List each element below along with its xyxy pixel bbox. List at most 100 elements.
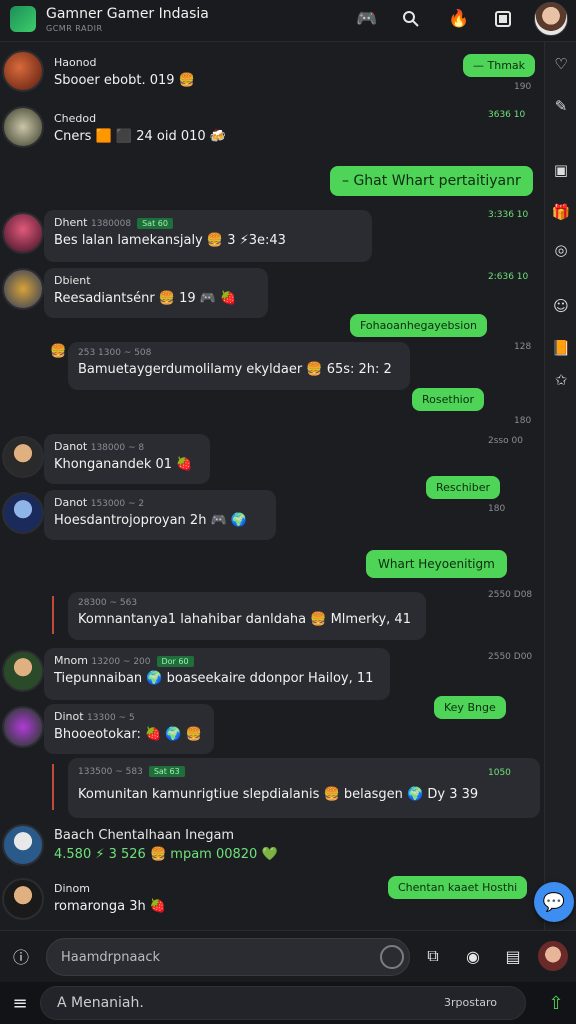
gift-icon[interactable]: 🎁 xyxy=(549,200,573,224)
outgoing-message: Key Bnge xyxy=(434,696,506,719)
message-text: Tiepunnaiban 🌍 boaseekaire ddonpor Hailo… xyxy=(54,671,374,686)
avatar[interactable] xyxy=(2,268,44,310)
message-time: 2:636 10 xyxy=(488,272,529,282)
message-time: 3636 10 xyxy=(488,110,526,120)
message-text: Hoesdantrojoproyan 2h 🎮 🌍 xyxy=(54,513,248,528)
avatar[interactable] xyxy=(2,436,44,478)
message-text: Komunitan kamunrigtiue slepdialanis 🍔 be… xyxy=(78,787,479,802)
message-bubble: Baach Chentalhaan Inegam 4.580 ⚡ 3 526 🍔… xyxy=(46,824,286,866)
outgoing-message: Fohaoanhegayebsion xyxy=(350,314,488,337)
image-icon[interactable]: ▤ xyxy=(500,943,526,969)
message-time: 2550 D08 xyxy=(488,590,533,600)
message-sender: Dinom xyxy=(54,882,90,895)
message-sender: Dinot xyxy=(54,710,84,723)
avatar[interactable] xyxy=(2,212,44,254)
message-bubble: Dinot 13300 ~ 5 Bhooeotokar: 🍓 🌍 🍔 xyxy=(44,704,214,754)
message-text: Komnantanya1 lahahibar danldaha 🍔 Mlmerk… xyxy=(78,612,411,627)
avatar[interactable] xyxy=(2,706,44,748)
message-sender: Chedod xyxy=(54,112,97,125)
window-icon[interactable] xyxy=(490,6,516,32)
message-bubble: 28300 ~ 563 Komnantanya1 lahahibar danld… xyxy=(68,592,426,640)
fire-notification-icon[interactable]: 🔥 xyxy=(446,6,472,32)
reply-icon: 🍔 xyxy=(50,344,67,359)
outgoing-message: Chentan kaaet Hosthi xyxy=(388,876,528,899)
message-time: 190 xyxy=(514,82,532,92)
message-sender: Baach Chentalhaan Inegam xyxy=(54,828,235,843)
book-icon[interactable]: 📙 xyxy=(549,336,573,360)
page-title: Gamner Gamer Indasia xyxy=(46,6,209,22)
message-time: 128 xyxy=(514,342,532,352)
avatar[interactable] xyxy=(2,492,44,534)
message-text: Bhooeotokar: 🍓 🌍 🍔 xyxy=(54,727,202,742)
message-sender: Dhent xyxy=(54,216,88,229)
smile-icon[interactable]: ☺ xyxy=(549,294,573,318)
avatar[interactable] xyxy=(2,106,44,148)
message-bubble: 133500 ~ 583 Sat 63 Komunitan kamunrigtiu… xyxy=(68,758,540,818)
message-bubble: 253 1300 ~ 508 Bamuetaygerdumolilamy eky… xyxy=(68,342,410,390)
calendar-icon[interactable]: ▣ xyxy=(549,158,573,182)
search-icon[interactable] xyxy=(398,6,424,32)
message-input[interactable] xyxy=(46,938,410,976)
message-sender: Mnom xyxy=(54,654,88,667)
chat-bubble-button[interactable]: 💬 xyxy=(534,882,574,922)
info-icon[interactable]: ⓘ xyxy=(8,943,34,969)
avatar[interactable] xyxy=(2,50,44,92)
outgoing-message: – Ghat Whart pertaitiyanr xyxy=(330,166,533,196)
outgoing-message: Reschiber xyxy=(426,476,500,499)
message-bubble: Mnom 13200 ~ 200 Dor 60 Tiepunnaiban 🌍 bo… xyxy=(44,648,390,700)
message-text: Bamuetaygerdumolilamy ekyldaer 🍔 65s: 2h… xyxy=(78,362,392,377)
composer-avatar[interactable] xyxy=(538,941,568,971)
avatar[interactable] xyxy=(2,824,44,866)
message-bubble: Danot 138000 ~ 8 Khonganandek 01 🍓 xyxy=(44,434,210,484)
game-icon[interactable]: ◎ xyxy=(549,238,573,262)
message-time: 1050 xyxy=(488,768,511,778)
message-meta: 153000 ~ 2 xyxy=(90,499,145,509)
app-header: Gamner Gamer Indasia GCMR RADIR 🎮 🔥 xyxy=(0,0,576,42)
edit-icon[interactable]: ✎ xyxy=(549,94,573,118)
message-text: Bes lalan lamekansjaly 🍔 3 ⚡3e:43 xyxy=(54,233,286,248)
message-meta: 138000 ~ 8 xyxy=(90,443,145,453)
outgoing-message: — Thmak xyxy=(463,54,536,77)
thread-line-icon xyxy=(52,764,58,810)
chat-area[interactable]: Haonod Sbooer ebobt. 019 🍔 — Thmak 190 C… xyxy=(0,42,544,930)
status-badge: Sat 63 xyxy=(148,765,185,777)
message-text: Reesadiantsénr 🍔 19 🎮 🍓 xyxy=(54,291,237,306)
message-meta: 253 1300 ~ 508 xyxy=(78,348,152,358)
message-sender: Danot xyxy=(54,440,88,453)
message-sender: Danot xyxy=(54,496,88,509)
message-bubble: Chedod Cners 🟧 ⬛ 24 oid 010 🍻 xyxy=(46,108,234,148)
star-icon[interactable]: ✩ xyxy=(549,368,573,392)
message-sender: Dbient xyxy=(54,274,91,287)
message-sender: Haonod xyxy=(54,56,97,69)
app-logo-icon xyxy=(10,6,36,32)
right-rail: ♡ ✎ ▣ 🎁 ◎ ☺ 📙 ✩ xyxy=(544,42,576,930)
message-text: romaronga 3h 🍓 xyxy=(54,899,167,914)
bottom-bar: ≡ 3rpostaro ⇧ xyxy=(0,982,576,1024)
menu-icon[interactable]: ≡ xyxy=(8,992,32,1014)
outgoing-message: Rosethior xyxy=(412,388,484,411)
message-meta: 133500 ~ 583 xyxy=(78,767,143,777)
message-text: Khonganandek 01 🍓 xyxy=(54,457,193,472)
avatar[interactable] xyxy=(2,878,44,920)
message-meta: 28300 ~ 563 xyxy=(78,598,138,608)
emoji-icon[interactable] xyxy=(380,945,404,969)
copy-icon[interactable]: ⧉ xyxy=(420,943,446,969)
user-avatar[interactable] xyxy=(534,2,568,36)
message-meta: 1380008 xyxy=(91,219,132,229)
heart-icon[interactable]: ♡ xyxy=(549,52,573,76)
message-time: 2550 D00 xyxy=(488,652,533,662)
send-icon[interactable]: ⇧ xyxy=(544,991,568,1015)
message-time: 3:336 10 xyxy=(488,210,529,220)
controller-icon[interactable]: 🎮 xyxy=(354,6,380,32)
message-bubble: Dinom romaronga 3h 🍓 xyxy=(46,878,174,918)
thread-line-icon xyxy=(52,596,58,634)
message-bubble: Dhent 1380008 Sat 60 Bes lalan lamekansja… xyxy=(44,210,372,262)
record-icon[interactable]: ◉ xyxy=(460,943,486,969)
message-text: Sbooer ebobt. 019 🍔 xyxy=(54,73,195,88)
composer: ⓘ ⧉ ◉ ▤ xyxy=(0,930,576,982)
input-right-label: 3rpostaro xyxy=(444,996,498,1009)
message-bubble: Dbient Reesadiantsénr 🍔 19 🎮 🍓 xyxy=(44,268,268,318)
avatar[interactable] xyxy=(2,650,44,692)
outgoing-message: Whart Heyoenitigm xyxy=(366,550,507,578)
message-meta: 13300 ~ 5 xyxy=(87,713,135,723)
